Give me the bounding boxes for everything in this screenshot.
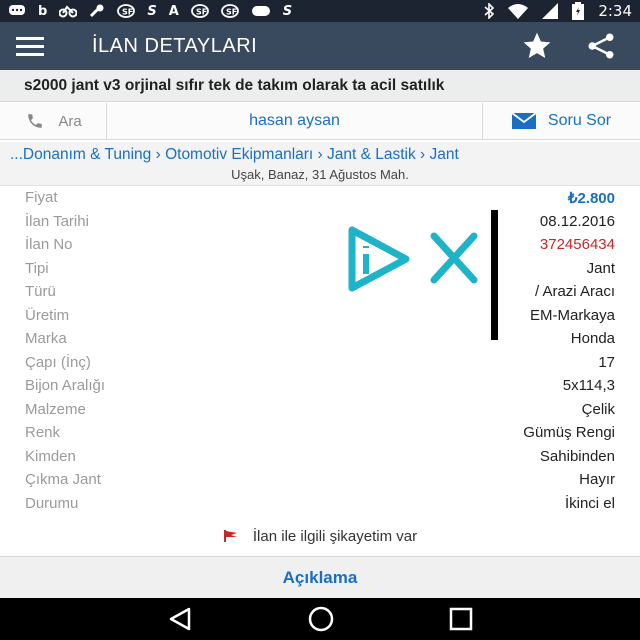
description-tab[interactable]: Açıklama xyxy=(0,556,640,598)
detail-label: Bijon Aralığı xyxy=(25,377,106,395)
price-value: ₺2.800 xyxy=(567,189,615,207)
detail-value: Jant xyxy=(586,259,615,277)
detail-value: Sahibinden xyxy=(539,447,615,465)
status-bar: b SF S A SF SF S 2:34 xyxy=(0,0,640,22)
ad-divider xyxy=(491,210,498,340)
battery-icon xyxy=(572,2,585,20)
detail-label: Malzeme xyxy=(25,400,86,418)
wifi-icon xyxy=(508,4,529,19)
detail-label: İlan Tarihi xyxy=(25,212,89,230)
sf-icon: SF xyxy=(190,4,209,18)
wrench-icon xyxy=(90,4,104,18)
menu-icon[interactable] xyxy=(0,22,60,70)
ask-question-label: Soru Sor xyxy=(547,112,612,129)
detail-label: Türü xyxy=(25,283,56,301)
clock: 2:34 xyxy=(598,2,632,20)
detail-value: 17 xyxy=(598,353,615,371)
page-title: İLAN DETAYLARI xyxy=(92,34,258,57)
detail-row-price: Fiyat ₺2.800 xyxy=(0,186,640,210)
ask-question-button[interactable]: Soru Sor xyxy=(483,103,640,139)
breadcrumb: ...Donanım & Tuning › Otomotiv Ekipmanla… xyxy=(0,142,640,186)
detail-row-color: Renk Gümüş Rengi xyxy=(0,421,640,445)
detail-row-condition: Durumu İkinci el xyxy=(0,492,640,516)
app-actions xyxy=(520,30,618,62)
sf-icon: SF xyxy=(117,4,136,18)
location-text: Uşak, Banaz, 31 Ağustos Mah. xyxy=(231,167,409,182)
call-button[interactable]: Ara xyxy=(0,103,107,139)
app-bar: İLAN DETAYLARI xyxy=(0,22,640,70)
system-icons: 2:34 xyxy=(484,2,632,20)
ad-close-icon[interactable] xyxy=(428,230,480,286)
flag-icon xyxy=(223,530,237,542)
svg-text:SF: SF xyxy=(226,8,237,17)
detail-row-material: Malzeme Çelik xyxy=(0,398,640,422)
detail-value: Çelik xyxy=(581,400,615,418)
detail-value: EM-Markaya xyxy=(529,306,615,324)
s-icon: S xyxy=(147,3,157,19)
navigation-bar xyxy=(0,598,640,640)
listing-number-value: 372456434 xyxy=(539,236,615,254)
detail-label: Marka xyxy=(25,330,67,348)
detail-label: Çapı (İnç) xyxy=(25,353,91,371)
listing-title: s2000 jant v3 orjinal sıfır tek de takım… xyxy=(0,70,640,102)
svg-text:SF: SF xyxy=(122,8,133,17)
share-icon[interactable] xyxy=(584,31,618,61)
detail-value: Gümüş Rengi xyxy=(523,424,615,442)
detail-row-bolt-pattern: Bijon Aralığı 5x114,3 xyxy=(0,374,640,398)
svg-text:SF: SF xyxy=(196,8,207,17)
detail-label: Tipi xyxy=(25,259,49,277)
detail-value: Hayır xyxy=(579,471,615,489)
ad-overlay[interactable] xyxy=(304,210,498,340)
bluetooth-icon xyxy=(484,3,495,19)
contact-bar: Ara hasan aysan Soru Sor xyxy=(0,103,640,140)
complaint-label: İlan ile ilgili şikayetim var xyxy=(252,527,418,545)
star-icon[interactable] xyxy=(520,30,554,62)
detail-label: Üretim xyxy=(25,306,70,324)
detail-label: İlan No xyxy=(25,236,73,254)
b-icon: b xyxy=(38,3,48,19)
yoo-icon xyxy=(251,6,270,16)
detail-label: Fiyat xyxy=(25,189,58,207)
detail-value: İkinci el xyxy=(564,494,615,512)
detail-label: Durumu xyxy=(25,494,79,512)
detail-value: 5x114,3 xyxy=(562,377,615,395)
signal-icon xyxy=(542,3,559,19)
detail-row-seller-type: Kimden Sahibinden xyxy=(0,445,640,469)
call-label: Ara xyxy=(58,112,82,130)
s-icon: S xyxy=(282,3,293,19)
home-icon[interactable] xyxy=(307,605,335,633)
recents-icon[interactable] xyxy=(449,607,473,631)
detail-label: Çıkma Jant xyxy=(25,471,101,489)
bike-icon xyxy=(59,5,78,18)
back-icon[interactable] xyxy=(167,607,193,631)
sf-icon: SF xyxy=(220,4,239,18)
detail-label: Renk xyxy=(25,424,61,442)
phone-icon xyxy=(28,114,43,128)
complaint-link[interactable]: İlan ile ilgili şikayetim var xyxy=(0,522,640,550)
mail-icon xyxy=(511,113,536,129)
detail-value: Honda xyxy=(570,330,615,348)
notification-icons: b SF S A SF SF S xyxy=(8,4,292,19)
detail-row-diameter: Çapı (İnç) 17 xyxy=(0,351,640,375)
detail-value: / Arazi Aracı xyxy=(534,283,615,301)
chat-icon xyxy=(9,5,25,15)
category-path[interactable]: ...Donanım & Tuning › Otomotiv Ekipmanla… xyxy=(10,146,459,164)
detail-row-used-rim: Çıkma Jant Hayır xyxy=(0,468,640,492)
a-icon: A xyxy=(168,3,179,19)
seller-name-link[interactable]: hasan aysan xyxy=(107,103,483,139)
detail-value: 08.12.2016 xyxy=(539,212,615,230)
ad-play-icon[interactable] xyxy=(344,224,414,294)
detail-label: Kimden xyxy=(25,447,76,465)
